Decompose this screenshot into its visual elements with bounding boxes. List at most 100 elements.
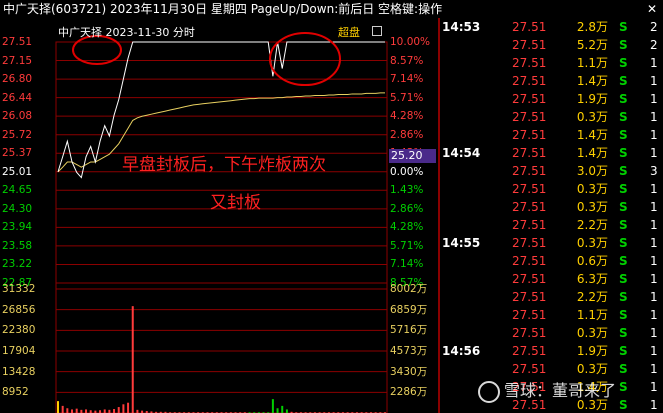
price-tick-label: 26.08 [2, 110, 33, 123]
tick-vol: 1.4万 [576, 146, 608, 160]
price-tick-label: 23.94 [2, 221, 33, 234]
volume-amount-label: 8002万 [390, 283, 428, 295]
volume-amount-label: 4573万 [390, 345, 428, 357]
tick-vol: 0.3万 [576, 110, 608, 124]
tick-row[interactable]: 14:56 27.51 1.9万 S 1 [440, 342, 663, 360]
tick-price: 27.51 [512, 182, 547, 196]
tick-cnt: 1 [650, 272, 658, 286]
tick-side: S [619, 92, 628, 106]
highlight-circle-morning [72, 35, 122, 65]
tick-price: 27.51 [512, 20, 547, 34]
tick-side: S [619, 128, 628, 142]
tick-row[interactable]: 27.51 1.4万 S 1 [440, 126, 663, 144]
tick-vol: 2.8万 [576, 20, 608, 34]
volume-tick-label: 26856 [2, 303, 36, 316]
tick-vol: 5.2万 [576, 38, 608, 52]
tick-time: 14:55 [442, 236, 481, 250]
tick-row[interactable]: 27.51 0.6万 S 1 [440, 252, 663, 270]
tick-vol: 0.3万 [576, 200, 608, 214]
tick-row[interactable]: 27.51 0.3万 S 1 [440, 324, 663, 342]
volume-tick-label: 13428 [2, 365, 36, 378]
tick-price: 27.51 [512, 146, 547, 160]
tick-vol: 2.2万 [576, 290, 608, 304]
tick-side: S [619, 326, 628, 340]
tick-cnt: 1 [650, 290, 658, 304]
tick-side: S [619, 272, 628, 286]
tick-row[interactable]: 27.51 0.3万 S 1 [440, 198, 663, 216]
pct-tick-label: 2.86% [390, 128, 424, 141]
tick-side: S [619, 380, 628, 394]
volume-bar [131, 306, 134, 413]
chaopan-button[interactable]: 超盘 [338, 24, 360, 40]
tick-vol: 1.9万 [576, 92, 608, 106]
tick-price: 27.51 [512, 38, 547, 52]
tick-row[interactable]: 14:53 27.51 2.8万 S 2 [440, 18, 663, 36]
tick-row[interactable]: 14:54 27.51 1.4万 S 1 [440, 144, 663, 162]
window-title-bar: 中广天择(603721) 2023年11月30日 星期四 PageUp/Down… [0, 0, 663, 18]
tick-row[interactable]: 27.51 0.3万 S 1 [440, 180, 663, 198]
volume-bar [281, 405, 284, 413]
tick-row[interactable]: 27.51 0.3万 S 1 [440, 360, 663, 378]
annotation-line-2: 又封板 [210, 193, 261, 213]
pct-tick-label: 4.28% [390, 221, 424, 234]
volume-bar [85, 409, 88, 413]
tick-cnt: 2 [650, 20, 658, 34]
window-toggle-icon[interactable] [372, 26, 382, 36]
tick-vol: 1.9万 [576, 344, 608, 358]
tick-row[interactable]: 27.51 1.1万 S 1 [440, 54, 663, 72]
tick-side: S [619, 344, 628, 358]
price-tick-label: 27.51 [2, 36, 33, 48]
tick-row[interactable]: 27.51 2.2万 S 1 [440, 216, 663, 234]
tick-price: 27.51 [512, 74, 547, 88]
tick-price: 27.51 [512, 290, 547, 304]
price-tick-label: 23.58 [2, 239, 33, 252]
volume-amount-label: 2286万 [390, 386, 428, 399]
tick-price: 27.51 [512, 272, 547, 286]
current-price-box: 25.20 [389, 149, 436, 163]
tick-cnt: 1 [650, 380, 658, 394]
tick-vol: 0.3万 [576, 362, 608, 376]
tick-vol: 1.1万 [576, 308, 608, 322]
tick-side: S [619, 218, 628, 232]
tick-row[interactable]: 27.51 1.1万 S 1 [440, 306, 663, 324]
volume-bar [71, 409, 74, 413]
tick-side: S [619, 290, 628, 304]
volume-bar [285, 409, 288, 413]
pct-tick-label: 2.86% [390, 202, 424, 215]
price-tick-label: 27.15 [2, 54, 33, 67]
volume-bar [75, 408, 78, 413]
tick-price: 27.51 [512, 326, 547, 340]
tick-cnt: 1 [650, 56, 658, 70]
pct-tick-label: 7.14% [390, 73, 424, 86]
tick-side: S [619, 164, 628, 178]
tick-price: 27.51 [512, 92, 547, 106]
tick-row[interactable]: 27.51 3.0万 S 3 [440, 162, 663, 180]
tick-vol: 6.3万 [576, 272, 608, 286]
tick-row[interactable]: 27.51 6.3万 S 1 [440, 270, 663, 288]
volume-bar [271, 399, 274, 413]
tick-row[interactable]: 27.51 2.2万 S 1 [440, 288, 663, 306]
tick-cnt: 1 [650, 128, 658, 142]
tick-row[interactable]: 27.51 1.9万 S 1 [440, 90, 663, 108]
close-icon[interactable]: ✕ [647, 0, 657, 18]
tick-row[interactable]: 27.51 1.4万 S 1 [440, 72, 663, 90]
tick-cnt: 1 [650, 218, 658, 232]
tick-vol: 2.2万 [576, 218, 608, 232]
volume-amount-label: 5716万 [390, 324, 428, 337]
tick-row[interactable]: 14:55 27.51 0.3万 S 1 [440, 234, 663, 252]
tick-cnt: 1 [650, 146, 658, 160]
tick-list[interactable]: 14:53 27.51 2.8万 S 2 27.51 5.2万 S 2 27.51 1.1万 S 1 27… [440, 18, 663, 413]
tick-vol: 0.3万 [576, 326, 608, 340]
tick-price: 27.51 [512, 344, 547, 358]
tick-row[interactable]: 27.51 5.2万 S 2 [440, 36, 663, 54]
tick-side: S [619, 182, 628, 196]
intraday-window: 中广天择(603721) 2023年11月30日 星期四 PageUp/Down… [0, 0, 663, 413]
pct-tick-label: 8.57% [390, 54, 424, 67]
intraday-chart[interactable] [0, 18, 438, 413]
tick-price: 27.51 [512, 56, 547, 70]
tick-cnt: 1 [650, 92, 658, 106]
tick-row[interactable]: 27.51 0.3万 S 1 [440, 108, 663, 126]
volume-bar [127, 402, 130, 413]
tick-vol: 1.4万 [576, 128, 608, 142]
watermark: 雪球：董哥来了 [478, 377, 616, 403]
